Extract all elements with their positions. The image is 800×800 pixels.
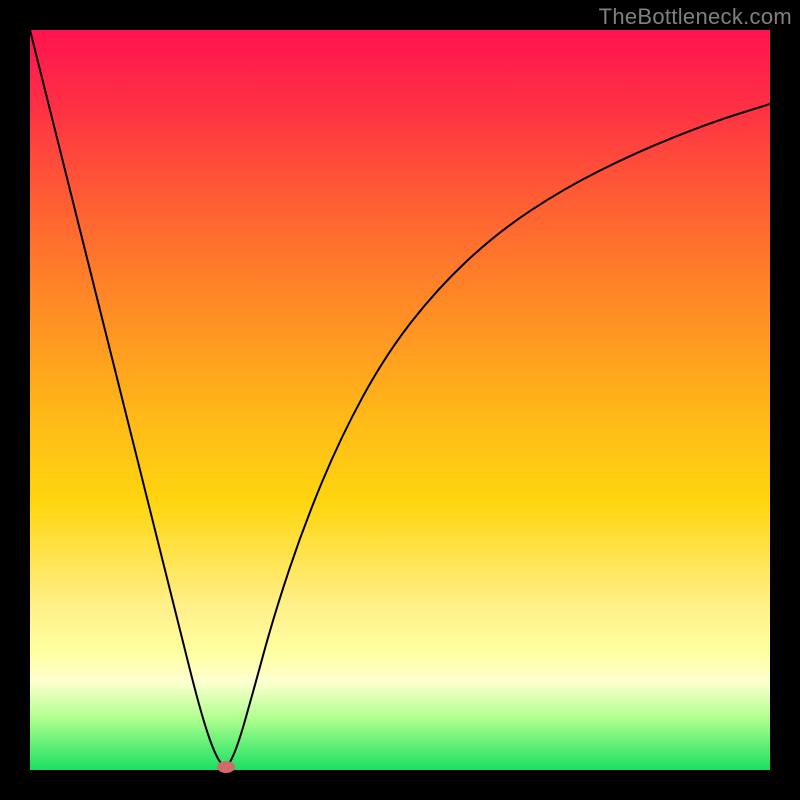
plot-area (30, 30, 770, 770)
attribution-label: TheBottleneck.com (599, 4, 792, 30)
bottleneck-curve (30, 30, 770, 766)
curve-layer (30, 30, 770, 770)
chart-frame: TheBottleneck.com (0, 0, 800, 800)
min-point-marker (217, 761, 235, 773)
